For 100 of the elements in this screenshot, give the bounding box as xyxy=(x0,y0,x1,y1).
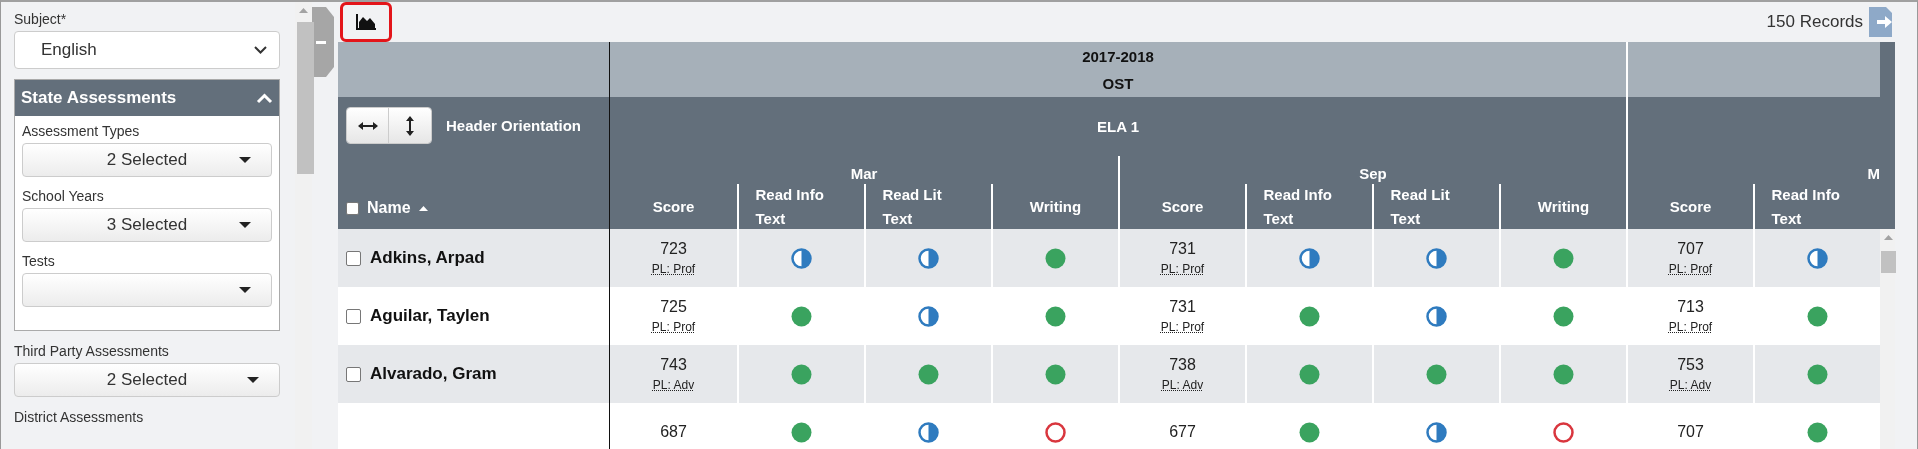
score-value: 743 xyxy=(660,356,687,374)
score-value: 753 xyxy=(1677,356,1704,374)
column-header[interactable]: Score xyxy=(652,194,695,219)
dropdown-button[interactable]: 3 Selected xyxy=(22,208,272,242)
column-header[interactable]: Writing xyxy=(1029,194,1082,219)
field-label: Third Party Assessments xyxy=(14,343,170,359)
row-checkbox[interactable] xyxy=(346,250,361,266)
performance-level: PL: Prof xyxy=(1668,320,1713,334)
student-name[interactable]: Adkins, Arpad xyxy=(370,248,485,268)
score-value: 723 xyxy=(660,240,687,258)
caret-icon xyxy=(239,287,251,293)
vertical-orientation-button[interactable] xyxy=(389,108,431,143)
sort-up-icon xyxy=(418,205,428,211)
score-value: 687 xyxy=(660,423,687,441)
column-header[interactable]: Writing xyxy=(1537,194,1590,219)
subject-header: ELA 1 xyxy=(1097,118,1139,135)
chevron-down-icon xyxy=(254,46,267,54)
filled-circle-icon xyxy=(1045,247,1066,269)
score-value: 725 xyxy=(660,298,687,316)
year-header: 2017-2018 xyxy=(1082,47,1154,65)
ring-icon xyxy=(1045,421,1066,443)
filled-circle-icon xyxy=(791,305,812,327)
half-circle-icon xyxy=(1426,247,1447,269)
field-label: School Years xyxy=(22,188,105,204)
field-label: Subject* xyxy=(14,11,68,27)
export-icon[interactable] xyxy=(1869,7,1895,37)
scroll-up-icon[interactable] xyxy=(299,8,308,13)
dropdown-button[interactable] xyxy=(22,273,272,307)
section-header[interactable]: State Assessments xyxy=(15,80,279,116)
performance-level: PL: Prof xyxy=(1668,262,1713,276)
area-chart-icon xyxy=(356,14,376,30)
score-value: 713 xyxy=(1677,298,1704,316)
month-header: M xyxy=(1867,165,1880,182)
filled-circle-icon xyxy=(791,363,812,385)
performance-level: PL: Prof xyxy=(1160,262,1205,276)
filled-circle-icon xyxy=(1299,363,1320,385)
score-value: 738 xyxy=(1169,356,1196,374)
month-header: Sep xyxy=(1359,165,1387,182)
dropdown-button[interactable]: 2 Selected xyxy=(22,143,272,177)
row-checkbox[interactable] xyxy=(346,366,361,382)
performance-level: PL: Adv xyxy=(1161,378,1204,392)
vertical-arrow-icon xyxy=(406,115,414,136)
month-header: Mar xyxy=(850,165,878,182)
caret-icon xyxy=(239,222,251,228)
column-header[interactable]: Score xyxy=(1669,194,1712,219)
column-header[interactable]: Read Lit Text xyxy=(882,182,975,229)
filled-circle-icon xyxy=(791,421,812,443)
filled-circle-icon xyxy=(1045,305,1066,327)
name-column-header[interactable]: Name xyxy=(367,199,411,217)
filled-circle-icon xyxy=(1553,247,1574,269)
field-label: District Assessments xyxy=(14,409,145,425)
column-header[interactable]: Read Info Text xyxy=(755,182,848,229)
field-label: Assessment Types xyxy=(22,123,141,139)
scrollbar-thumb[interactable] xyxy=(1881,251,1896,273)
record-count: 150 Records xyxy=(1766,12,1863,32)
chart-button[interactable] xyxy=(340,2,392,42)
horizontal-orientation-button[interactable] xyxy=(347,108,389,143)
half-circle-icon xyxy=(918,247,939,269)
filled-circle-icon xyxy=(1807,305,1828,327)
header-orientation-label: Header Orientation xyxy=(446,117,582,134)
caret-icon xyxy=(239,157,251,163)
filled-circle-icon xyxy=(1299,421,1320,443)
test-header: OST xyxy=(1102,74,1134,92)
filled-circle-icon xyxy=(1045,363,1066,385)
column-header[interactable]: Read Lit Text xyxy=(1390,182,1483,229)
student-name[interactable]: Aguilar, Taylen xyxy=(370,306,490,326)
filled-circle-icon xyxy=(1553,305,1574,327)
column-header[interactable]: Read Info Text xyxy=(1263,182,1356,229)
score-value: 731 xyxy=(1169,298,1196,316)
row-checkbox[interactable] xyxy=(346,308,361,324)
filled-circle-icon xyxy=(1426,363,1447,385)
score-value: 707 xyxy=(1677,423,1704,441)
column-header[interactable]: Read Info Text xyxy=(1771,182,1864,229)
score-value: 707 xyxy=(1677,240,1704,258)
select-all-checkbox[interactable] xyxy=(346,201,359,215)
half-circle-icon xyxy=(1807,247,1828,269)
half-circle-icon xyxy=(791,247,812,269)
performance-level: PL: Adv xyxy=(652,378,695,392)
half-circle-icon xyxy=(1426,305,1447,327)
filled-circle-icon xyxy=(1553,363,1574,385)
performance-level: PL: Prof xyxy=(651,262,696,276)
performance-level: PL: Prof xyxy=(651,320,696,334)
performance-level: PL: Adv xyxy=(1669,378,1712,392)
scrollbar-thumb[interactable] xyxy=(297,22,314,174)
filled-circle-icon xyxy=(918,363,939,385)
scroll-up-icon[interactable] xyxy=(1884,235,1893,240)
dropdown-button[interactable]: 2 Selected xyxy=(14,363,280,397)
scrollbar[interactable] xyxy=(1880,229,1895,449)
column-header[interactable]: Score xyxy=(1161,194,1204,219)
student-name[interactable]: Alvarado, Gram xyxy=(370,364,497,384)
subject-select[interactable]: English xyxy=(14,31,280,69)
score-value: 677 xyxy=(1169,423,1196,441)
chevron-up-icon xyxy=(256,92,273,104)
half-circle-icon xyxy=(918,421,939,443)
half-circle-icon xyxy=(1426,421,1447,443)
filled-circle-icon xyxy=(1807,421,1828,443)
performance-level: PL: Prof xyxy=(1160,320,1205,334)
collapse-tab-icon[interactable] xyxy=(312,7,334,77)
score-value: 731 xyxy=(1169,240,1196,258)
filled-circle-icon xyxy=(1299,305,1320,327)
